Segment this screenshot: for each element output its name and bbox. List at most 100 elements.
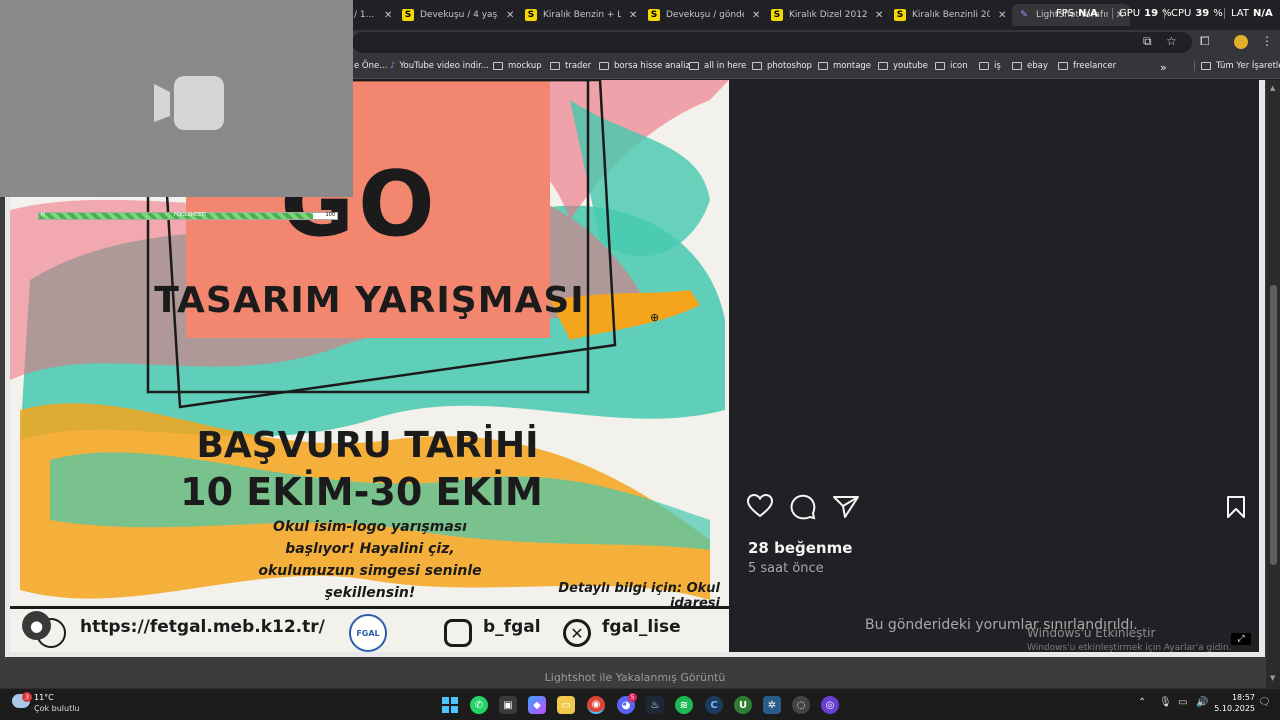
bookmark-folder[interactable]: trader	[550, 61, 591, 71]
bookmark-item[interactable]: e Öne...	[354, 61, 387, 71]
tab-devekusu-2[interactable]: S Devekuşu / gönderim... ✕	[648, 4, 760, 26]
fps-counter: FPS N/A	[1056, 8, 1098, 19]
tab-kiralik-benzin-lpg[interactable]: S Kiralık Benzin + LPG ... ✕	[525, 4, 637, 26]
zoom-cursor-icon: ⊕	[650, 311, 660, 324]
weather-temp[interactable]: 11°C	[34, 693, 54, 702]
close-tab-icon[interactable]: ✕	[875, 10, 883, 21]
scroll-down-icon[interactable]: ▼	[1270, 674, 1275, 682]
folder-icon	[493, 62, 503, 70]
instagram-handle: b_fgal	[483, 617, 541, 637]
discord-badge: 5	[628, 693, 637, 702]
network-icon[interactable]: ▭	[1178, 697, 1187, 708]
install-app-icon[interactable]: ⧉	[1143, 34, 1152, 49]
sahibinden-icon: S	[894, 9, 906, 21]
post-side-panel: 28 beğenme 5 saat önce Bu gönderideki yo…	[729, 80, 1259, 652]
steam-icon[interactable]: ♨	[646, 696, 664, 714]
u-app-icon[interactable]: U	[734, 696, 752, 714]
file-explorer-icon[interactable]: ▭	[557, 696, 575, 714]
gpu-counter: GPU 19%	[1112, 8, 1172, 19]
chrome-icon[interactable]: ◉	[587, 696, 605, 714]
close-tab-icon[interactable]: ✕	[384, 10, 392, 21]
bookmark-folder[interactable]: ebay	[1012, 61, 1048, 71]
close-tab-icon[interactable]: ✕	[998, 10, 1006, 21]
settings-gear-icon[interactable]: ✲	[763, 696, 781, 714]
video-overlay-panel[interactable]	[0, 0, 353, 197]
expand-icon[interactable]: ⤢	[1231, 633, 1251, 645]
store-icon[interactable]: ▣	[499, 696, 517, 714]
poster-date-range: 10 EKİM-30 EKİM	[180, 470, 543, 514]
scroll-up-icon[interactable]: ▲	[1270, 84, 1275, 92]
tab-kiralik-dizel[interactable]: S Kiralık Dizel 2012 mo... ✕	[771, 4, 883, 26]
clock-time[interactable]: 18:57	[1215, 693, 1255, 702]
folder-icon	[550, 62, 560, 70]
x-handle: fgal_lise	[602, 617, 681, 637]
address-bar[interactable]	[352, 32, 1192, 53]
folder-icon	[599, 62, 609, 70]
bookmark-folder[interactable]: iş	[979, 61, 1001, 71]
poster-title-main: TASARIM YARIŞMASI	[154, 280, 585, 321]
bookmark-item[interactable]: ♪ YouTube video indir...	[390, 61, 489, 71]
bookmarks-overflow-icon[interactable]: »	[1160, 61, 1167, 74]
tab-kiralik-benzinli[interactable]: S Kiralık Benzinli 2018 ... ✕	[894, 4, 1006, 26]
folder-icon	[1058, 62, 1068, 70]
like-heart-icon[interactable]	[747, 494, 773, 518]
close-tab-icon[interactable]: ✕	[629, 10, 637, 21]
app-icon-purple[interactable]: ◎	[821, 696, 839, 714]
save-bookmark-icon[interactable]	[1226, 495, 1246, 519]
latency-counter: LAT N/A	[1224, 8, 1273, 19]
user-tag-icon[interactable]: ●	[22, 611, 51, 640]
volume-icon[interactable]: 🔊	[1196, 697, 1208, 708]
weather-desc[interactable]: Çok bulutlu	[34, 704, 80, 713]
poster-body-text: Okul isim-logo yarışması başlıyor! Hayal…	[258, 519, 482, 601]
folder-icon	[752, 62, 762, 70]
bookmark-folder[interactable]: borsa hisse analiz	[599, 61, 690, 71]
spotify-icon[interactable]: ≋	[675, 696, 693, 714]
folder-icon	[935, 62, 945, 70]
copilot-icon[interactable]: ◆	[528, 696, 546, 714]
overlay-progress-bar: H FOOLSMEETI 100	[38, 212, 338, 220]
sahibinden-icon: S	[525, 9, 537, 21]
post-timestamp[interactable]: 5 saat önce	[748, 561, 824, 576]
folder-icon	[818, 62, 828, 70]
share-send-icon[interactable]	[833, 495, 859, 519]
folder-icon	[979, 62, 989, 70]
microphone-icon[interactable]: 🎙	[1159, 697, 1172, 708]
extensions-icon[interactable]: ⧠	[1200, 34, 1210, 49]
start-windows-icon[interactable]	[441, 696, 459, 714]
x-twitter-icon: ✕	[563, 619, 591, 647]
all-bookmarks-folder[interactable]: Tüm Yer İşaretleri	[1194, 61, 1280, 71]
poster-date-label: BAŞVURU TARİHİ	[196, 425, 539, 466]
folder-icon	[1201, 62, 1211, 70]
app-icon-record[interactable]: ◌	[792, 696, 810, 714]
bookmark-folder[interactable]: montage	[818, 61, 871, 71]
school-badge-icon: FGAL	[349, 614, 387, 652]
comment-bubble-icon[interactable]	[790, 494, 816, 520]
folder-icon	[689, 62, 699, 70]
bookmark-star-icon[interactable]: ☆	[1166, 34, 1177, 48]
bookmark-folder[interactable]: mockup	[493, 61, 542, 71]
tab-devekusu-1[interactable]: S Devekuşu / 4 yaşında ✕	[402, 4, 514, 26]
whatsapp-icon[interactable]: ✆	[470, 696, 488, 714]
folder-icon	[1012, 62, 1022, 70]
bookmark-folder[interactable]: icon	[935, 61, 968, 71]
menu-kebab-icon[interactable]: ⋮	[1261, 34, 1273, 48]
clock-date[interactable]: 5.10.2025	[1209, 704, 1255, 713]
profile-avatar[interactable]	[1234, 35, 1248, 49]
tab-partial[interactable]: / 1... ✕	[354, 4, 392, 26]
bookmark-folder[interactable]: photoshop	[752, 61, 812, 71]
instagram-icon	[444, 619, 472, 647]
bookmark-folder[interactable]: youtube	[878, 61, 928, 71]
cpu-counter: CPU 39%	[1164, 8, 1223, 19]
bookmark-folder[interactable]: freelancer	[1058, 61, 1116, 71]
tray-overflow-icon[interactable]: ⌃	[1138, 697, 1146, 708]
close-tab-icon[interactable]: ✕	[752, 10, 760, 21]
c-app-icon[interactable]: C	[705, 696, 723, 714]
poster-url: https://fetgal.meb.k12.tr/	[80, 617, 325, 637]
windows-taskbar	[0, 688, 1280, 720]
close-tab-icon[interactable]: ✕	[506, 10, 514, 21]
bookmark-folder[interactable]: all in here	[689, 61, 746, 71]
sahibinden-icon: S	[402, 9, 414, 21]
notification-icon[interactable]: 🗨	[1258, 697, 1271, 708]
scrollbar-thumb[interactable]	[1270, 285, 1277, 565]
like-count[interactable]: 28 beğenme	[748, 539, 852, 557]
